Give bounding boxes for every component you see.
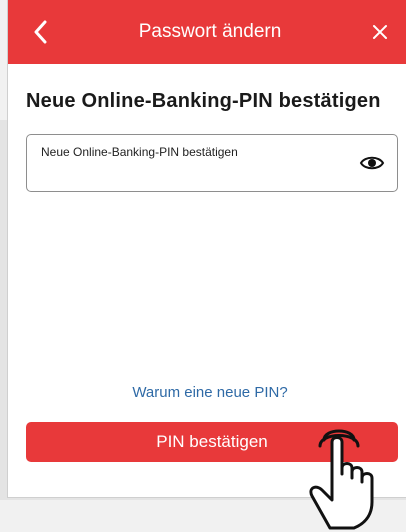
why-new-pin-link[interactable]: Warum eine neue PIN? (8, 384, 406, 401)
eye-icon (359, 156, 385, 170)
section-heading: Neue Online-Banking-PIN bestätigen (26, 90, 381, 112)
pin-field-label: Neue Online-Banking-PIN bestätigen (41, 145, 238, 159)
back-button[interactable] (26, 18, 54, 46)
chevron-left-icon (34, 20, 47, 44)
close-button[interactable] (366, 18, 394, 46)
pin-input[interactable] (41, 163, 341, 185)
pin-confirm-field[interactable]: Neue Online-Banking-PIN bestätigen (26, 134, 398, 192)
page-title: Passwort ändern (138, 21, 282, 42)
hand-pointer-icon (309, 429, 374, 530)
toggle-visibility-button[interactable] (359, 153, 385, 173)
close-icon (373, 25, 387, 39)
header-bar: Passwort ändern (8, 0, 406, 64)
